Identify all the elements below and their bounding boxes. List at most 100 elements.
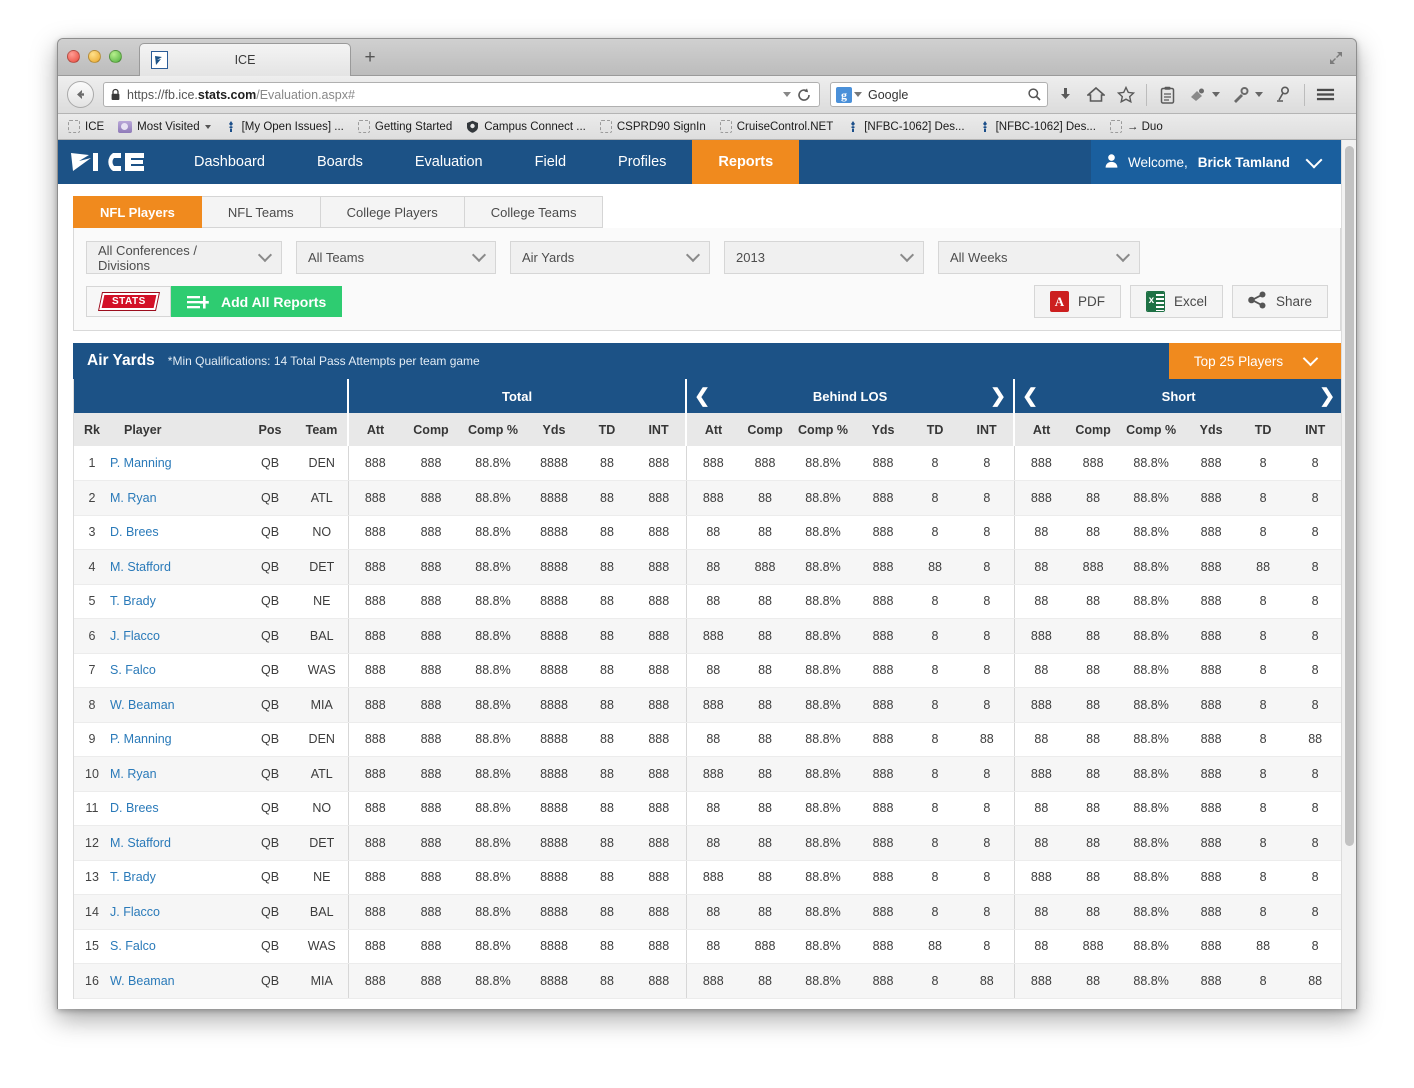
player-link[interactable]: S. Falco bbox=[110, 663, 156, 677]
weeks-select[interactable]: All Weeks bbox=[938, 241, 1140, 274]
bookmark-most-visited[interactable]: Most Visited bbox=[118, 121, 210, 133]
tab-college-players[interactable]: College Players bbox=[321, 196, 465, 228]
col-behind-td[interactable]: TD bbox=[910, 413, 960, 446]
player-link[interactable]: W. Beaman bbox=[110, 974, 175, 988]
back-button[interactable] bbox=[67, 81, 94, 108]
col-short-td[interactable]: TD bbox=[1238, 413, 1288, 446]
table-row[interactable]: 6J. FlaccoQBBAL88888888.8%88888888888888… bbox=[74, 619, 1342, 654]
page-scrollbar[interactable] bbox=[1341, 140, 1356, 1009]
col-total-td[interactable]: TD bbox=[582, 413, 632, 446]
menu-icon[interactable] bbox=[1316, 85, 1335, 104]
col-short-att[interactable]: Att bbox=[1014, 413, 1068, 446]
table-row[interactable]: 16W. BeamanQBMIA88888888.8%8888888888888… bbox=[74, 964, 1342, 999]
chevron-down-icon[interactable] bbox=[205, 125, 211, 129]
url-bar[interactable]: https://fb.ice.stats.com/Evaluation.aspx… bbox=[103, 82, 820, 107]
bookmark-ice[interactable]: ICE bbox=[68, 120, 104, 133]
bookmark-campus-connect[interactable]: Campus Connect ... bbox=[466, 120, 586, 133]
col-player[interactable]: Player bbox=[110, 413, 244, 446]
player-link[interactable]: D. Brees bbox=[110, 525, 159, 539]
close-window-button[interactable] bbox=[67, 50, 80, 63]
table-row[interactable]: 8W. BeamanQBMIA88888888.8%88888888888888… bbox=[74, 688, 1342, 723]
col-short-comp-pct[interactable]: Comp % bbox=[1118, 413, 1184, 446]
bookmark-my-open-issues[interactable]: [My Open Issues] ... bbox=[225, 120, 344, 133]
col-behind-att[interactable]: Att bbox=[686, 413, 740, 446]
eyedropper-chevron-down-icon[interactable] bbox=[1255, 92, 1263, 97]
col-behind-yds[interactable]: Yds bbox=[856, 413, 910, 446]
table-row[interactable]: 5T. BradyQBNE88888888.8%888888888888888.… bbox=[74, 584, 1342, 619]
fullscreen-icon[interactable] bbox=[1328, 50, 1344, 66]
tab-nfl-players[interactable]: NFL Players bbox=[73, 196, 202, 228]
nav-item-field[interactable]: Field bbox=[509, 140, 592, 184]
table-row[interactable]: 1P. ManningQBDEN88888888.8%8888888888888… bbox=[74, 446, 1342, 481]
home-icon[interactable] bbox=[1086, 85, 1105, 104]
browser-tab-ice[interactable]: ICE bbox=[139, 43, 351, 76]
nav-item-boards[interactable]: Boards bbox=[291, 140, 389, 184]
player-link[interactable]: S. Falco bbox=[110, 939, 156, 953]
col-short-comp[interactable]: Comp bbox=[1068, 413, 1118, 446]
player-link[interactable]: P. Manning bbox=[110, 732, 172, 746]
teams-select[interactable]: All Teams bbox=[296, 241, 496, 274]
minimize-window-button[interactable] bbox=[88, 50, 101, 63]
search-bar[interactable]: g Google bbox=[830, 82, 1048, 107]
col-total-att[interactable]: Att bbox=[348, 413, 402, 446]
col-team[interactable]: Team bbox=[296, 413, 348, 446]
bookmark-nfbc-1062-a[interactable]: [NFBC-1062] Des... bbox=[847, 120, 964, 133]
player-link[interactable]: W. Beaman bbox=[110, 698, 175, 712]
table-row[interactable]: 9P. ManningQBDEN88888888.8%8888888888888… bbox=[74, 722, 1342, 757]
nav-item-reports[interactable]: Reports bbox=[692, 140, 799, 184]
table-row[interactable]: 12M. StaffordQBDET88888888.8%88888888888… bbox=[74, 826, 1342, 861]
inspector-icon[interactable] bbox=[1274, 85, 1293, 104]
player-link[interactable]: J. Flacco bbox=[110, 905, 160, 919]
search-input[interactable]: Google bbox=[868, 88, 908, 102]
table-row[interactable]: 15S. FalcoQBWAS88888888.8%88888888888888… bbox=[74, 929, 1342, 964]
col-total-int[interactable]: INT bbox=[632, 413, 686, 446]
user-menu[interactable]: Welcome, Brick Tamland bbox=[1091, 140, 1341, 184]
table-row[interactable]: 10M. RyanQBATL88888888.8%888888888888888… bbox=[74, 757, 1342, 792]
nav-item-evaluation[interactable]: Evaluation bbox=[389, 140, 509, 184]
player-link[interactable]: T. Brady bbox=[110, 594, 156, 608]
table-row[interactable]: 2M. RyanQBATL88888888.8%8888888888888888… bbox=[74, 481, 1342, 516]
page-scrollbar-thumb[interactable] bbox=[1345, 146, 1354, 846]
bookmark-duo[interactable]: → Duo bbox=[1110, 120, 1163, 133]
col-behind-comp-pct[interactable]: Comp % bbox=[790, 413, 856, 446]
col-total-comp-pct[interactable]: Comp % bbox=[460, 413, 526, 446]
reader-icon[interactable] bbox=[1158, 85, 1177, 104]
add-all-reports-button[interactable]: Add All Reports bbox=[171, 286, 342, 317]
plugin-chevron-down-icon[interactable] bbox=[1212, 92, 1220, 97]
col-short-int[interactable]: INT bbox=[1288, 413, 1342, 446]
player-link[interactable]: D. Brees bbox=[110, 801, 159, 815]
ice-logo[interactable] bbox=[58, 140, 168, 184]
player-link[interactable]: J. Flacco bbox=[110, 629, 160, 643]
col-behind-comp[interactable]: Comp bbox=[740, 413, 790, 446]
search-icon[interactable] bbox=[1027, 87, 1042, 107]
player-link[interactable]: M. Ryan bbox=[110, 767, 157, 781]
search-engine-chevron-icon[interactable] bbox=[854, 92, 862, 97]
tab-college-teams[interactable]: College Teams bbox=[465, 196, 604, 228]
player-link[interactable]: P. Manning bbox=[110, 456, 172, 470]
table-row[interactable]: 13T. BradyQBNE88888888.8%888888888888888… bbox=[74, 860, 1342, 895]
stats-brand-button[interactable]: STATS bbox=[86, 286, 171, 317]
prev-group-arrow-icon[interactable]: ❮ bbox=[687, 379, 717, 413]
col-total-yds[interactable]: Yds bbox=[526, 413, 582, 446]
col-pos[interactable]: Pos bbox=[244, 413, 296, 446]
download-icon[interactable] bbox=[1056, 85, 1075, 104]
table-row[interactable]: 4M. StaffordQBDET88888888.8%888888888888… bbox=[74, 550, 1342, 585]
prev-group-arrow-icon[interactable]: ❮ bbox=[1015, 379, 1045, 413]
plugin-icon[interactable] bbox=[1188, 85, 1207, 104]
bookmark-getting-started[interactable]: Getting Started bbox=[358, 120, 452, 133]
col-short-yds[interactable]: Yds bbox=[1184, 413, 1238, 446]
share-button[interactable]: Share bbox=[1232, 285, 1328, 318]
pdf-export-button[interactable]: A PDF bbox=[1034, 285, 1121, 318]
table-row[interactable]: 11D. BreesQBNO88888888.8%888888888888888… bbox=[74, 791, 1342, 826]
table-row[interactable]: 3D. BreesQBNO88888888.8%888888888888888.… bbox=[74, 515, 1342, 550]
nav-item-profiles[interactable]: Profiles bbox=[592, 140, 692, 184]
next-group-arrow-icon[interactable]: ❯ bbox=[1312, 379, 1342, 413]
bookmark-cruisecontrol[interactable]: CruiseControl.NET bbox=[720, 120, 834, 133]
next-group-arrow-icon[interactable]: ❯ bbox=[983, 379, 1013, 413]
new-tab-button[interactable]: + bbox=[360, 49, 380, 69]
conference-division-select[interactable]: All Conferences / Divisions bbox=[86, 241, 282, 274]
player-link[interactable]: M. Ryan bbox=[110, 491, 157, 505]
chevron-down-icon[interactable] bbox=[783, 92, 791, 97]
col-rk[interactable]: Rk bbox=[74, 413, 110, 446]
table-row[interactable]: 14J. FlaccoQBBAL88888888.8%8888888888888… bbox=[74, 895, 1342, 930]
